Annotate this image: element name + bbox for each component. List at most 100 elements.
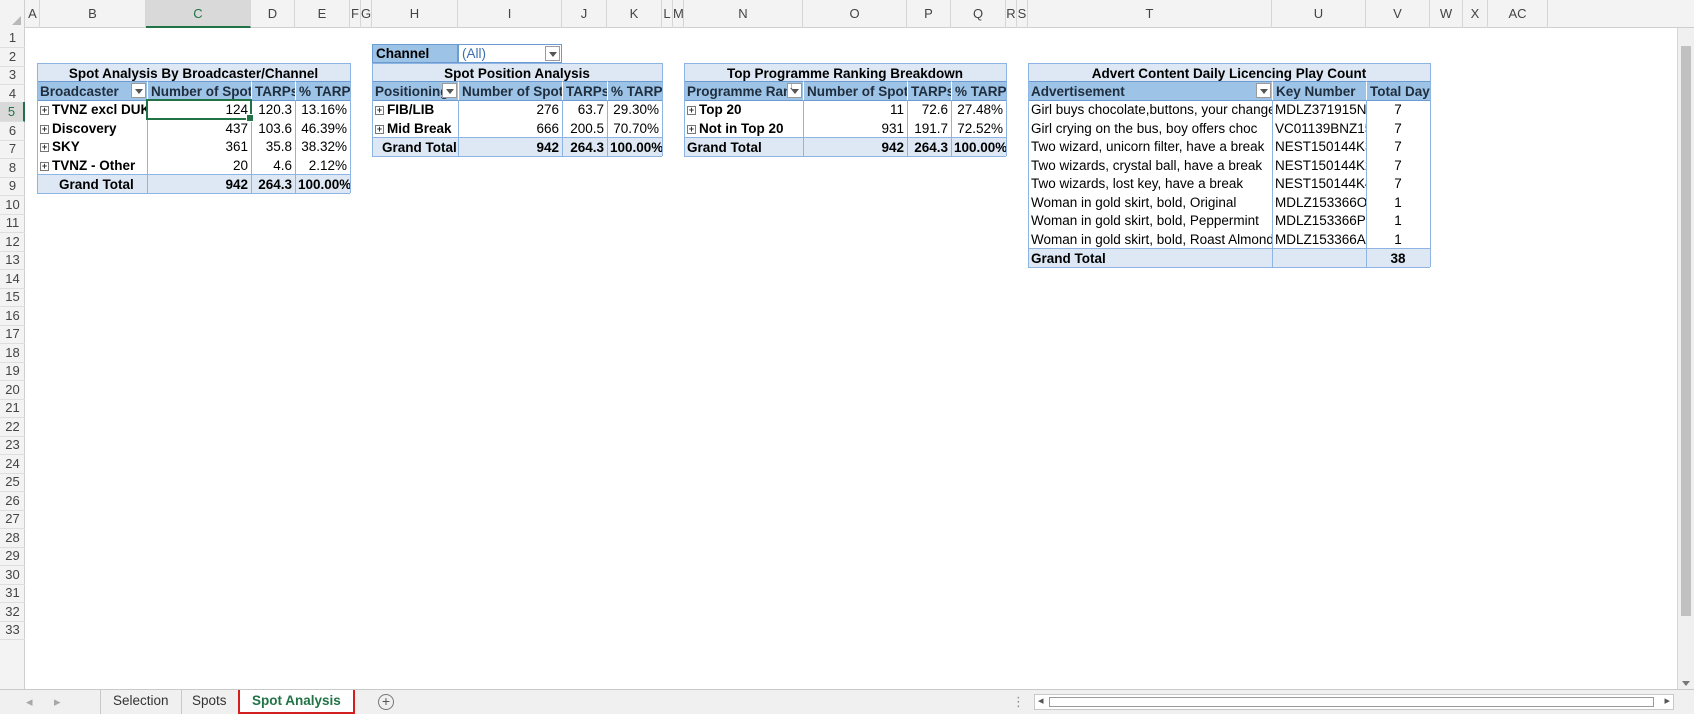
- column-header-q[interactable]: Q: [951, 0, 1006, 28]
- row-header[interactable]: 27: [0, 509, 25, 529]
- column-header-m[interactable]: M: [673, 0, 684, 28]
- key-number[interactable]: MDLZ153366O: [1272, 193, 1366, 213]
- column-header-l[interactable]: L: [662, 0, 673, 28]
- total-days[interactable]: 7: [1366, 119, 1430, 139]
- column-header-j[interactable]: J: [562, 0, 607, 28]
- pivot2-row-label[interactable]: + Mid Break: [372, 119, 458, 139]
- tab-scroll-right-icon[interactable]: ▸: [54, 694, 61, 710]
- column-header-h[interactable]: H: [372, 0, 458, 28]
- tarps-value[interactable]: 200.5: [562, 119, 607, 139]
- row-header[interactable]: 14: [0, 269, 25, 289]
- column-header-o[interactable]: O: [803, 0, 907, 28]
- key-number[interactable]: NEST150144K4: [1272, 174, 1366, 194]
- add-sheet-icon[interactable]: +: [378, 694, 394, 710]
- column-header-v[interactable]: V: [1366, 0, 1430, 28]
- column-header-r[interactable]: R: [1006, 0, 1017, 28]
- pivot3-row-label[interactable]: + Top 20: [684, 100, 803, 120]
- spots-value[interactable]: 20: [147, 156, 251, 176]
- row-header[interactable]: 29: [0, 546, 25, 566]
- column-header-x[interactable]: X: [1463, 0, 1488, 28]
- spots-value[interactable]: 361: [147, 137, 251, 157]
- column-header-b[interactable]: B: [40, 0, 146, 28]
- advertisement-name[interactable]: Two wizards, lost key, have a break: [1028, 174, 1272, 194]
- plus-box-icon[interactable]: +: [687, 124, 696, 134]
- tarps-value[interactable]: 63.7: [562, 100, 607, 120]
- plus-box-icon[interactable]: +: [375, 106, 384, 115]
- pct-value[interactable]: 27.48%: [951, 100, 1006, 120]
- grand-total-spots[interactable]: 942: [147, 174, 251, 194]
- filter-dropdown-icon[interactable]: [545, 46, 560, 61]
- grand-total-days[interactable]: 38: [1366, 248, 1430, 268]
- plus-box-icon[interactable]: +: [687, 106, 696, 115]
- pct-value[interactable]: 13.16%: [295, 100, 350, 120]
- pivot2-row-label[interactable]: + FIB/LIB: [372, 100, 458, 120]
- row-header[interactable]: 16: [0, 306, 25, 326]
- plus-box-icon[interactable]: +: [40, 106, 49, 115]
- row-header[interactable]: 11: [0, 213, 25, 233]
- spots-value[interactable]: 931: [803, 119, 907, 139]
- column-header-d[interactable]: D: [251, 0, 295, 28]
- advertisement-name[interactable]: Girl buys chocolate,buttons, your change: [1028, 100, 1272, 120]
- select-all-corner[interactable]: [0, 0, 25, 28]
- row-header[interactable]: 7: [0, 139, 25, 159]
- column-header-g[interactable]: G: [361, 0, 372, 28]
- row-header[interactable]: 26: [0, 491, 25, 511]
- total-days[interactable]: 1: [1366, 193, 1430, 213]
- grand-total-pct[interactable]: 100.00%: [607, 137, 662, 157]
- tarps-value[interactable]: 4.6: [251, 156, 295, 176]
- row-header[interactable]: 20: [0, 380, 25, 400]
- row-header[interactable]: 22: [0, 417, 25, 437]
- row-header[interactable]: 2: [0, 47, 25, 67]
- pivot3-row-label[interactable]: + Not in Top 20: [684, 119, 803, 139]
- column-header-t[interactable]: T: [1028, 0, 1272, 28]
- grand-total-tarps[interactable]: 264.3: [251, 174, 295, 194]
- row-header[interactable]: 32: [0, 602, 25, 622]
- grand-total-spots[interactable]: 942: [803, 137, 907, 157]
- tarps-value[interactable]: 191.7: [907, 119, 951, 139]
- row-header[interactable]: 4: [0, 84, 25, 104]
- grand-total-tarps[interactable]: 264.3: [562, 137, 607, 157]
- grand-total-pct[interactable]: 100.00%: [951, 137, 1006, 157]
- plus-box-icon[interactable]: +: [40, 161, 49, 171]
- total-days[interactable]: 7: [1366, 174, 1430, 194]
- advertisement-name[interactable]: Woman in gold skirt, bold, Peppermint: [1028, 211, 1272, 231]
- total-days[interactable]: 1: [1366, 211, 1430, 231]
- pct-value[interactable]: 38.32%: [295, 137, 350, 157]
- filter-dropdown-icon[interactable]: [1256, 83, 1271, 98]
- plus-box-icon[interactable]: +: [375, 124, 384, 134]
- key-number[interactable]: MDLZ371915NZ: [1272, 100, 1366, 120]
- tarps-value[interactable]: 72.6: [907, 100, 951, 120]
- grand-total-spots[interactable]: 942: [458, 137, 562, 157]
- tarps-value[interactable]: 120.3: [251, 100, 295, 120]
- pivot4-header-advertisement[interactable]: Advertisement: [1028, 81, 1272, 101]
- pct-value[interactable]: 46.39%: [295, 119, 350, 139]
- key-number[interactable]: MDLZ153366P: [1272, 211, 1366, 231]
- vertical-scrollbar[interactable]: [1677, 28, 1694, 689]
- filter-dropdown-icon[interactable]: [442, 83, 457, 98]
- column-header-u[interactable]: U: [1272, 0, 1366, 28]
- row-header[interactable]: 6: [0, 121, 25, 141]
- row-header[interactable]: 12: [0, 232, 25, 252]
- row-header[interactable]: 9: [0, 176, 25, 196]
- advertisement-name[interactable]: Woman in gold skirt, bold, Roast Almond: [1028, 230, 1272, 250]
- row-header[interactable]: 25: [0, 472, 25, 492]
- split-handle-icon[interactable]: ⋮: [1012, 694, 1025, 710]
- advertisement-name[interactable]: Girl crying on the bus, boy offers choc: [1028, 119, 1272, 139]
- horizontal-scrollbar[interactable]: ◂ ▸: [1034, 694, 1674, 710]
- filter-dropdown-icon[interactable]: [131, 83, 146, 98]
- total-days[interactable]: 7: [1366, 137, 1430, 157]
- plus-box-icon[interactable]: +: [40, 124, 49, 134]
- advertisement-name[interactable]: Two wizards, crystal ball, have a break: [1028, 156, 1272, 176]
- column-header-p[interactable]: P: [907, 0, 951, 28]
- pct-value[interactable]: 72.52%: [951, 119, 1006, 139]
- pivot1-row-label[interactable]: +TVNZ excl DUKE: [37, 100, 147, 120]
- row-header[interactable]: 1: [0, 28, 25, 48]
- row-header[interactable]: 28: [0, 528, 25, 548]
- pivot1-row-label[interactable]: + TVNZ - Other: [37, 156, 147, 176]
- tab-scroll-left-icon[interactable]: ◂: [26, 694, 33, 710]
- row-header[interactable]: 5: [0, 102, 25, 122]
- column-header-n[interactable]: N: [684, 0, 803, 28]
- pct-value[interactable]: 70.70%: [607, 119, 662, 139]
- pct-value[interactable]: 29.30%: [607, 100, 662, 120]
- row-header[interactable]: 8: [0, 158, 25, 178]
